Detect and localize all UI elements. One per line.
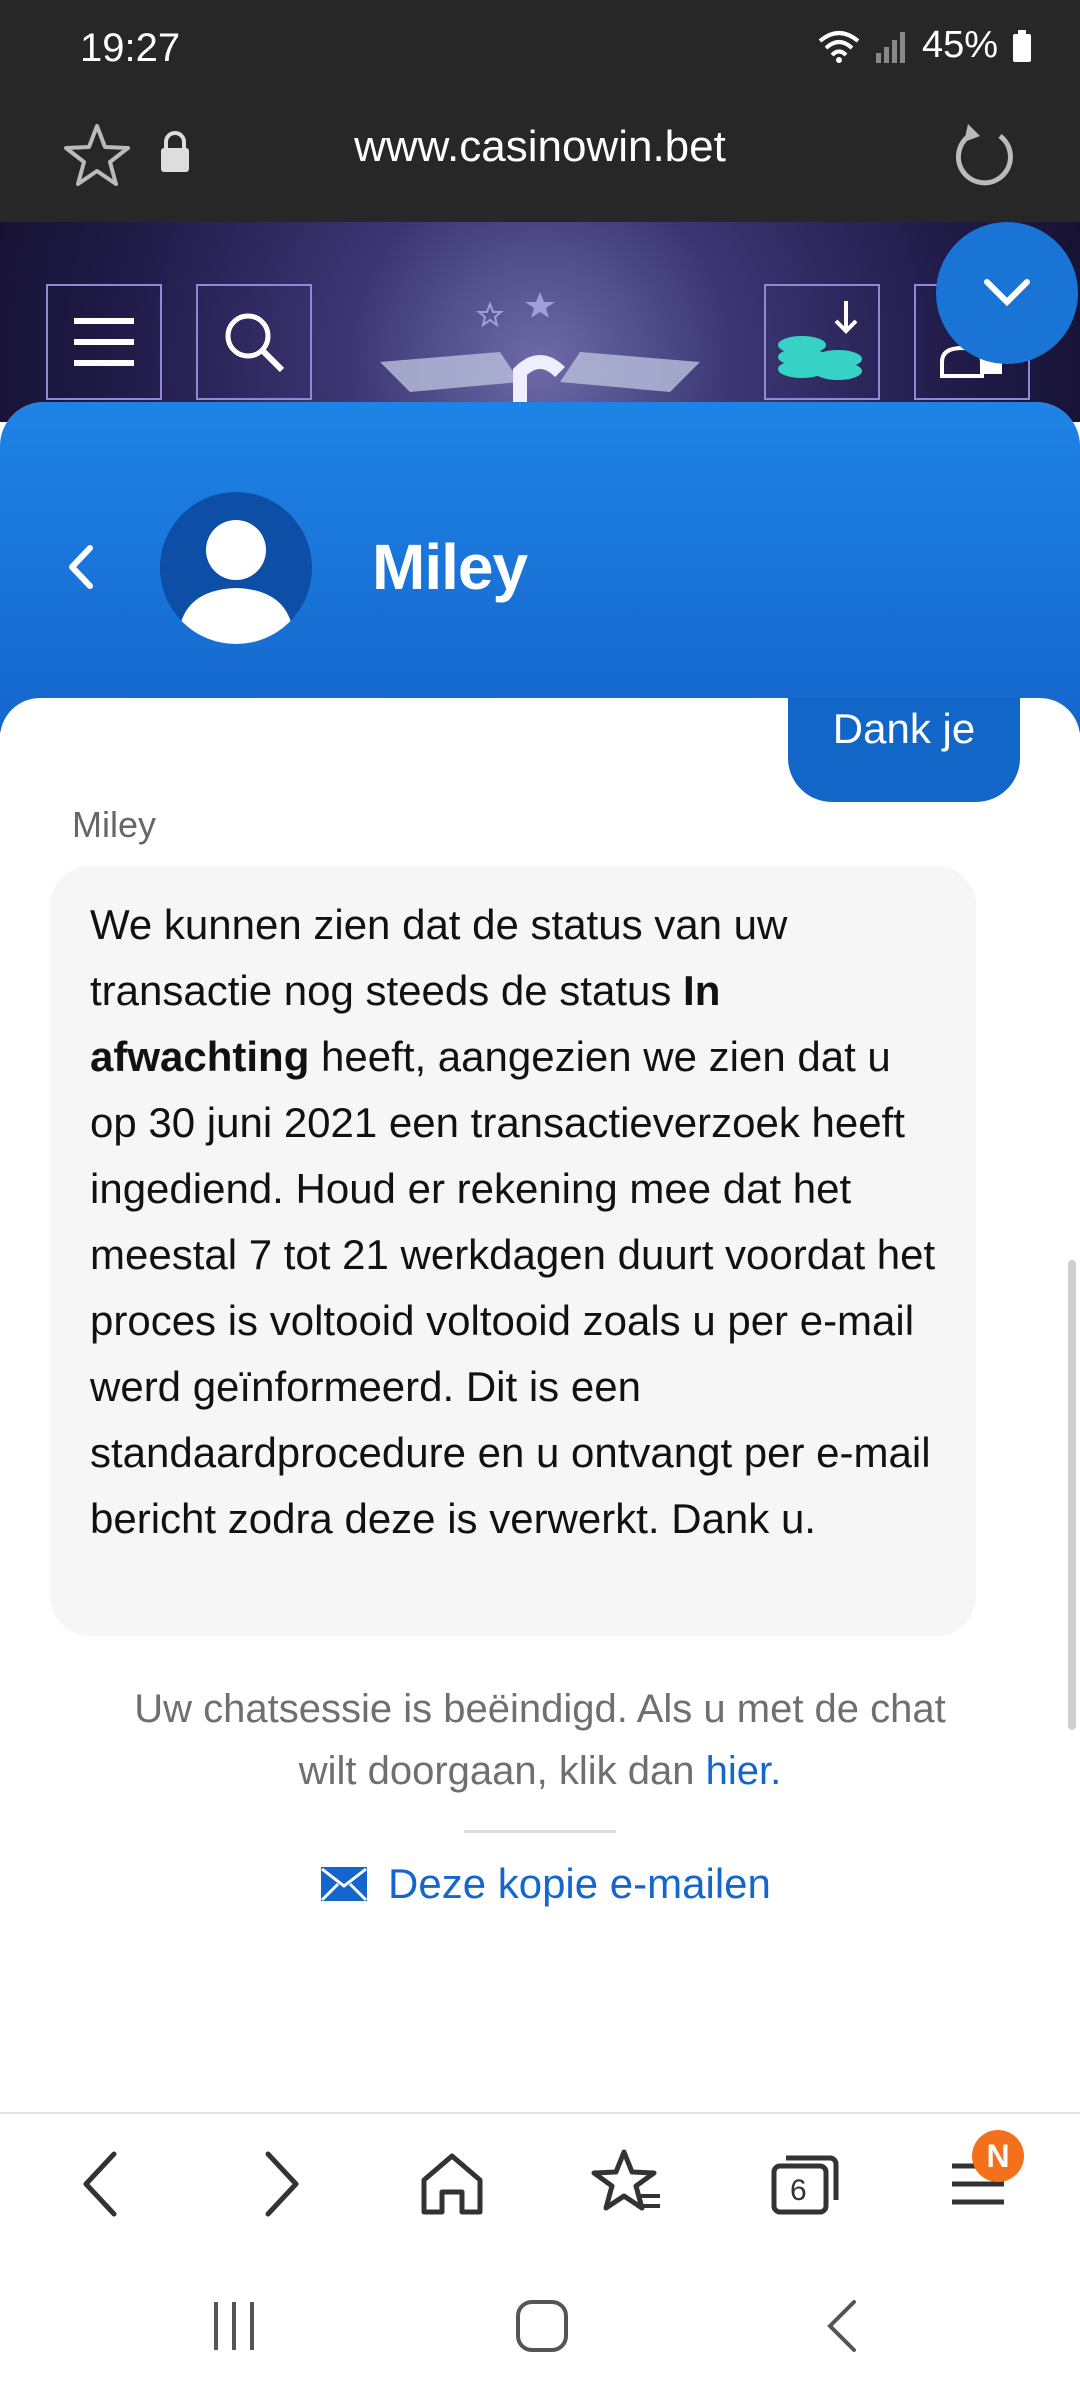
tabs-count: 6 bbox=[790, 2174, 807, 2207]
scrollbar[interactable] bbox=[1068, 1260, 1076, 1730]
session-ended-text: Uw chatsessie is beëindigd. Als u met de… bbox=[134, 1687, 946, 1793]
site-search-button[interactable] bbox=[196, 284, 312, 400]
system-home-icon[interactable] bbox=[512, 2296, 572, 2356]
status-right: 45% bbox=[818, 24, 1032, 67]
status-time: 19:27 bbox=[80, 26, 181, 70]
site-logo bbox=[380, 292, 700, 422]
chevron-down-icon bbox=[984, 279, 1030, 307]
collapse-chat-button[interactable] bbox=[936, 222, 1078, 364]
back-icon[interactable] bbox=[60, 542, 104, 592]
email-transcript-link[interactable]: Deze kopie e-mailen bbox=[320, 1860, 771, 1908]
message-text-cont: heeft, aangezien we zien dat u op 30 jun… bbox=[90, 1033, 936, 1542]
divider bbox=[464, 1830, 616, 1833]
battery-percent: 45% bbox=[921, 24, 998, 66]
wifi-icon bbox=[818, 30, 860, 63]
chat-panel: Miley Dank je Miley We kunnen zien dat d… bbox=[0, 402, 1080, 2110]
received-message-bubble: We kunnen zien dat de status van uw tran… bbox=[50, 866, 976, 1636]
sent-message-bubble: Dank je bbox=[788, 698, 1020, 802]
chat-header: Miley bbox=[0, 402, 1080, 732]
status-bar: 19:27 45% bbox=[0, 0, 1080, 100]
signal-icon bbox=[875, 31, 905, 63]
email-transcript-label: Deze kopie e-mailen bbox=[388, 1860, 771, 1907]
bookmarks-icon[interactable] bbox=[588, 2144, 668, 2224]
site-menu-button[interactable] bbox=[46, 284, 162, 400]
restart-chat-link[interactable]: hier. bbox=[706, 1749, 782, 1793]
notification-badge: N bbox=[972, 2130, 1024, 2182]
battery-icon bbox=[1013, 29, 1031, 62]
site-header bbox=[0, 222, 1080, 422]
chat-messages: Dank je Miley We kunnen zien dat de stat… bbox=[0, 698, 1080, 2076]
nav-forward-icon[interactable] bbox=[240, 2144, 320, 2224]
reload-icon[interactable] bbox=[950, 122, 1018, 190]
recent-apps-icon[interactable] bbox=[210, 2298, 260, 2354]
coins-download-icon bbox=[778, 301, 862, 380]
system-back-icon[interactable] bbox=[820, 2298, 866, 2354]
agent-avatar bbox=[160, 492, 312, 644]
tabs-button[interactable]: 6 bbox=[764, 2144, 844, 2224]
system-navigation bbox=[0, 2252, 1080, 2400]
search-icon bbox=[225, 313, 285, 373]
avatar-icon bbox=[178, 520, 294, 644]
session-ended-notice: Uw chatsessie is beëindigd. Als u met de… bbox=[100, 1678, 980, 1802]
message-sender: Miley bbox=[72, 804, 157, 845]
address-bar: www.casinowin.bet bbox=[0, 100, 1080, 222]
agent-name: Miley bbox=[372, 531, 528, 603]
url-text[interactable]: www.casinowin.bet bbox=[0, 122, 1080, 172]
browser-toolbar: 6 N bbox=[0, 2112, 1080, 2254]
menu-icon bbox=[74, 318, 134, 366]
home-icon[interactable] bbox=[412, 2144, 492, 2224]
mail-icon bbox=[320, 1867, 368, 1902]
nav-back-icon[interactable] bbox=[62, 2144, 142, 2224]
deposit-button[interactable] bbox=[764, 284, 880, 400]
